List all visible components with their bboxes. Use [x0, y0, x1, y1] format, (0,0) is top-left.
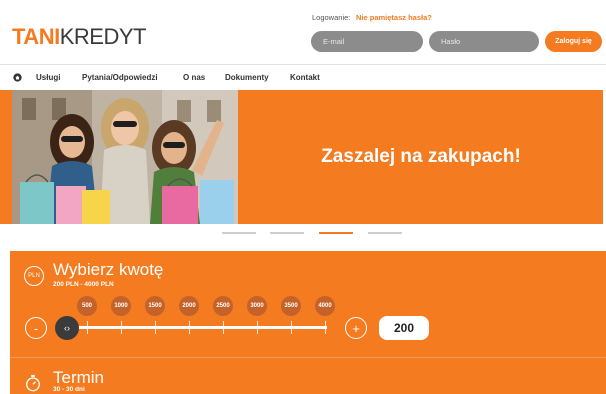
scale-label: 2500 — [213, 296, 233, 316]
password-field[interactable] — [429, 31, 539, 52]
slider-tick — [121, 321, 122, 334]
site-logo[interactable]: TANIKREDYT — [12, 24, 146, 50]
slider-tick — [155, 321, 156, 334]
decrease-amount-button[interactable]: - — [25, 317, 47, 339]
nav-item-about[interactable]: O nas — [183, 73, 205, 82]
login-button[interactable]: Zaloguj się — [545, 31, 602, 52]
scale-label: 3500 — [281, 296, 301, 316]
scale-label: 500 — [77, 296, 97, 316]
login-label: Logowanie: — [312, 13, 351, 22]
amount-title: Wybierz kwotę — [53, 260, 164, 279]
forgot-password-link[interactable]: Nie pamiętasz hasła? — [356, 13, 432, 22]
scale-label: 1000 — [111, 296, 131, 316]
slider-tick — [87, 321, 88, 334]
logo-text: KREDYT — [59, 24, 147, 49]
logo-accent-text: TANI — [12, 24, 60, 49]
amount-input[interactable] — [379, 316, 429, 340]
nav-item-uslugi[interactable]: Usługi — [36, 73, 60, 82]
hero-photo — [12, 90, 238, 224]
nav-item-contact[interactable]: Kontakt — [290, 73, 320, 82]
carousel-dot-1[interactable] — [222, 232, 256, 234]
calculator-divider — [10, 357, 606, 358]
carousel-dot-4[interactable] — [368, 232, 402, 234]
stopwatch-icon — [26, 374, 40, 392]
nav-item-documents[interactable]: Dokumenty — [225, 73, 269, 82]
slider-tick — [257, 321, 258, 334]
scale-label: 1500 — [145, 296, 165, 316]
carousel-dot-3-active[interactable] — [319, 232, 353, 234]
slider-tick — [325, 321, 326, 334]
email-field[interactable] — [311, 31, 423, 52]
shopping-women-illustration — [12, 90, 238, 224]
slider-tick — [189, 321, 190, 334]
slider-tick — [291, 321, 292, 334]
scale-label: 4000 — [315, 296, 335, 316]
header-divider — [0, 64, 606, 65]
slider-tick — [223, 321, 224, 334]
amount-slider-handle[interactable]: ‹› — [55, 316, 79, 340]
increase-amount-button[interactable]: + — [345, 317, 367, 339]
nav-item-faq[interactable]: Pytania/Odpowiedzi — [82, 73, 158, 82]
home-icon[interactable] — [13, 73, 22, 82]
term-title: Termin — [53, 368, 105, 387]
scale-label: 2000 — [179, 296, 199, 316]
hero-title: Zaszalej na zakupach! — [321, 146, 521, 167]
amount-range: 200 PLN - 4000 PLN — [53, 281, 114, 288]
term-range: 30 - 30 dni — [53, 386, 85, 393]
amount-slider-track[interactable] — [57, 326, 327, 329]
pln-icon: PLN — [24, 266, 44, 286]
scale-label: 3000 — [247, 296, 267, 316]
carousel-dot-2[interactable] — [270, 232, 304, 234]
